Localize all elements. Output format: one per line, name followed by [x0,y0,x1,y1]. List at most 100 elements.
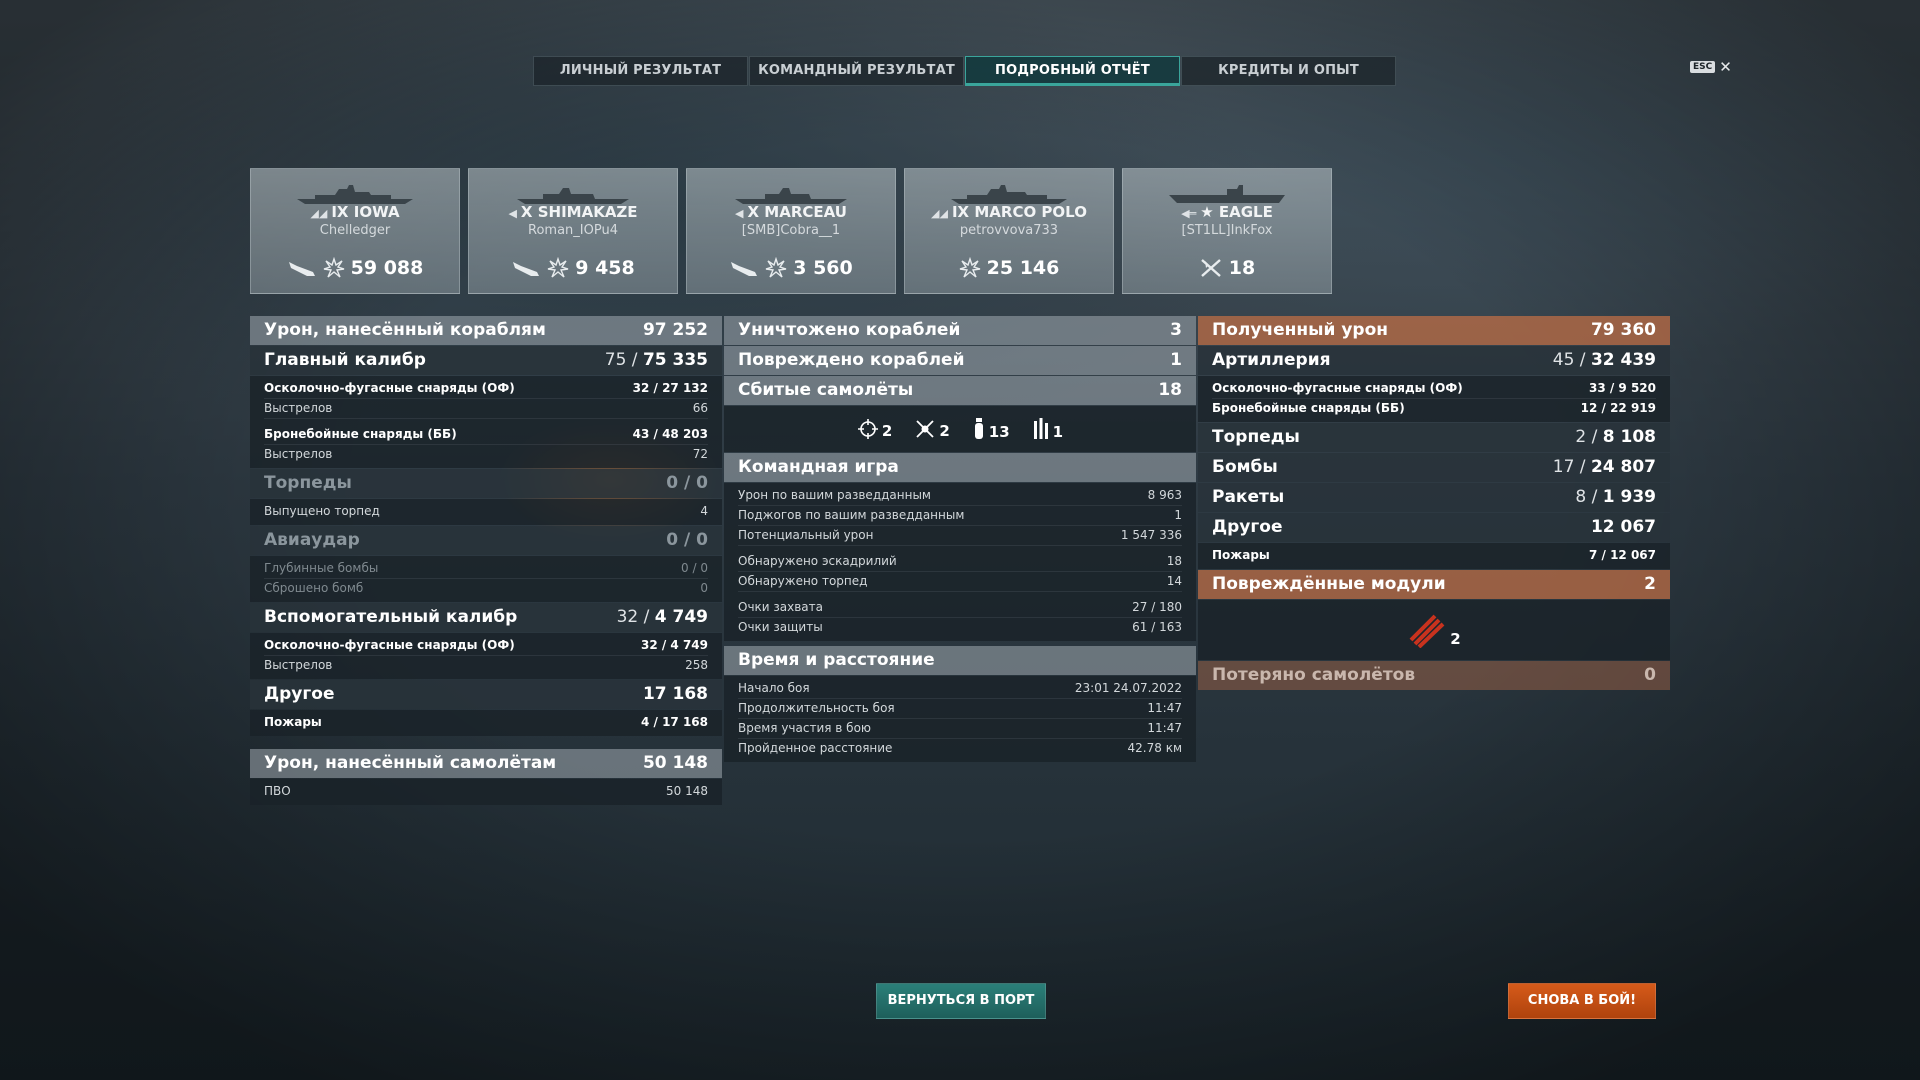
ship-class-icon: ◢◢ [931,207,948,220]
received-other-details: Пожары 7 / 12 067 [1198,543,1670,569]
airstrike-header: Авиаудар 0 / 0 [250,526,722,555]
torpedo-icon [731,262,758,276]
planes-shot-header: Сбитые самолёты 18 [724,376,1196,405]
stat-row: Очки защиты 61 / 163 [738,620,1182,634]
esc-key-hint: ESC [1690,61,1716,73]
tab-bar: ЛИЧНЫЙ РЕЗУЛЬТАТ КОМАНДНЫЙ РЕЗУЛЬТАТ ПОД… [533,56,1397,86]
plane-type-stat: 13 [972,417,1010,441]
stat-row: Обнаружено торпед 14 [738,572,1182,592]
stat-row: Обнаружено эскадрилий 18 [738,552,1182,572]
header-value: 75 / 75 335 [604,350,708,370]
destroyer-silhouette-icon [517,188,629,204]
torpedo-icon [288,262,315,276]
damaged-ships-header: Повреждено кораблей 1 [724,346,1196,375]
planes-lost-header: Потеряно самолётов 0 [1198,661,1670,690]
ship-card-stats: 3 560 [687,257,895,279]
plane-damage-details: ПВО 50 148 [250,779,722,805]
stat-row: Осколочно-фугасные снаряды (ОФ) 33 / 9 52… [1212,379,1656,399]
close-button[interactable]: ESC ✕ [1690,60,1732,75]
stat-row: ПВО 50 148 [264,784,708,798]
artillery-header: Артиллерия 45 / 32 439 [1198,346,1670,375]
ship-title: IOWA [353,203,400,221]
module-stat: 2 [1407,612,1461,648]
header-value: 97 252 [642,320,708,340]
stat-row: Пожары 7 / 12 067 [1212,548,1656,562]
ship-card-eagle[interactable]: ◀═ ★ EAGLE [ST1LL]InkFox 18 [1122,168,1332,294]
player-name: petrovvova733 [959,223,1059,238]
stat-row: Выстрелов 72 [264,447,708,461]
damage-icon [959,257,980,278]
torpedoes-header: Торпеды 0 / 0 [250,469,722,498]
received-rockets-header: Ракеты 8 / 1 939 [1198,483,1670,512]
teamplay-details: Урон по вашим разведданным 8 963 Поджогов… [724,483,1196,641]
stat-row: Очки захвата 27 / 180 [738,598,1182,618]
ship-card-marceau[interactable]: ◀ X MARCEAU [SMB]Cobra__1 3 560 [686,168,896,294]
planes-breakdown: 2 2 13 1 [724,406,1196,452]
ship-card-iowa[interactable]: ◢◢ IX IOWA Chelledger 59 088 [250,168,460,294]
stat-row: Время участия в бою 11:47 [738,719,1182,739]
other-damage-header: Другое 17 168 [250,680,722,709]
plane-type-stat: 2 [857,418,892,440]
battle-again-button[interactable]: СНОВА В БОЙ! [1508,983,1656,1019]
damage-dealt-panel: Урон, нанесённый кораблям 97 252 Главный … [250,316,722,806]
damaged-module-icon [1409,614,1445,648]
ship-card-shimakaze[interactable]: ◀ X SHIMAKAZE Roman_IOPu4 9 458 [468,168,678,294]
ship-tier: X [520,203,533,221]
stat-row: Урон по вашим разведданным 8 963 [738,486,1182,506]
torpedo-icon [513,262,540,276]
fighter-icon [916,420,934,438]
stat-row: Пройденное расстояние 42.78 км [738,741,1182,755]
ship-tier: X [747,203,760,221]
ship-class-icon: ◀═ [1181,207,1197,220]
time-distance-header: Время и расстояние [724,646,1196,675]
damage-value: 3 560 [793,257,853,279]
tab-team-result[interactable]: КОМАНДНЫЙ РЕЗУЛЬТАТ [749,56,964,86]
crosshair-icon [857,419,878,439]
artillery-details: Осколочно-фугасные снаряды (ОФ) 33 / 9 52… [1198,376,1670,422]
player-name: [SMB]Cobra__1 [741,223,841,238]
ship-card-stats: 59 088 [251,257,459,279]
ship-card-stats: 18 [1123,257,1331,279]
close-icon[interactable]: ✕ [1719,60,1732,75]
damage-icon [323,257,344,278]
ship-name: ◢◢ IX IOWA [251,203,459,221]
received-bombs-header: Бомбы 17 / 24 807 [1198,453,1670,482]
stat-row: Пожары 4 / 17 168 [264,715,708,729]
stat-row: Поджогов по вашим разведданным 1 [738,506,1182,526]
header-label: Урон, нанесённый кораблям [264,320,546,340]
damaged-modules-header: Повреждённые модули 2 [1198,570,1670,599]
bomb-icon [974,418,983,439]
ship-tier: ★ [1200,203,1214,221]
stat-row: Потенциальный урон 1 547 336 [738,526,1182,546]
player-name: [ST1LL]InkFox [1181,223,1273,238]
stat-row: Выстрелов 66 [264,399,708,419]
plane-type-stat: 2 [914,418,950,440]
ship-card-stats: 25 146 [905,257,1113,279]
damage-value: 59 088 [350,257,424,279]
stat-row: Осколочно-фугасные снаряды (ОФ) 32 / 4 74… [264,636,708,656]
return-to-port-button[interactable]: ВЕРНУТЬСЯ В ПОРТ [876,983,1046,1019]
ship-card-marco-polo[interactable]: ◢◢ IX MARCO POLO petrovvova733 25 146 [904,168,1114,294]
airstrike-details: Глубинные бомбы 0 / 0 Сброшено бомб 0 [250,556,722,602]
received-damage-header: Полученный урон 79 360 [1198,316,1670,345]
ship-title: MARCO POLO [974,203,1087,221]
tab-credits-xp[interactable]: КРЕДИТЫ И ОПЫТ [1181,56,1396,86]
plane-type-stat: 1 [1032,417,1063,441]
ship-name: ◀ X SHIMAKAZE [469,203,677,221]
tab-detailed-report[interactable]: ПОДРОБНЫЙ ОТЧЁТ [965,56,1180,86]
time-distance-details: Начало боя 23:01 24.07.2022 Продолжительн… [724,676,1196,762]
ship-card-stats: 9 458 [469,257,677,279]
ship-title: EAGLE [1218,203,1273,221]
plane-damage-header: Урон, нанесённый самолётам 50 148 [250,749,722,778]
ship-class-icon: ◀ [735,207,744,220]
rocket-icon [1033,418,1048,439]
ship-title: MARCEAU [764,203,847,221]
stat-row: Выстрелов 258 [264,658,708,672]
received-other-header: Другое 12 067 [1198,513,1670,542]
tab-personal-result[interactable]: ЛИЧНЫЙ РЕЗУЛЬТАТ [533,56,748,86]
player-name: Chelledger [319,223,391,238]
ship-name: ◢◢ IX MARCO POLO [905,203,1113,221]
ship-tier: IX [951,203,970,221]
header-label: Главный калибр [264,350,426,370]
planes-shot-value: 18 [1228,257,1256,279]
